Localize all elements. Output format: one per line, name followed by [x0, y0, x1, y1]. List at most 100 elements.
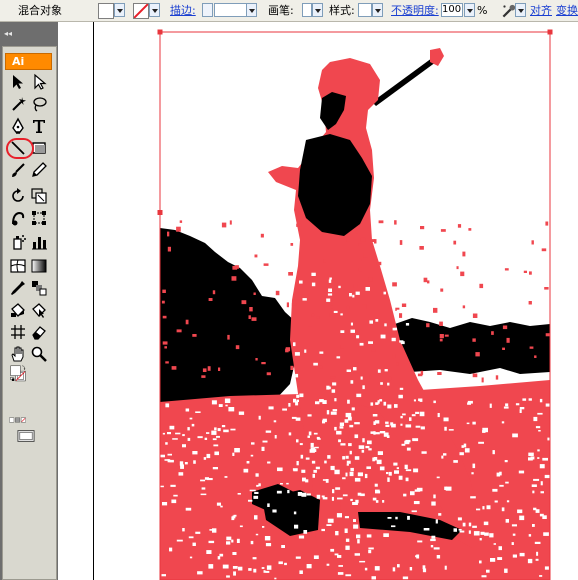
- selection-handle[interactable]: [547, 29, 553, 35]
- texture-fleck: [165, 442, 168, 445]
- texture-fleck: [340, 330, 345, 333]
- texture-fleck: [303, 530, 308, 534]
- texture-fleck: [459, 452, 464, 456]
- texture-fleck: [182, 444, 186, 448]
- texture-fleck: [347, 416, 352, 421]
- texture-fleck: [534, 541, 541, 544]
- texture-fleck: [498, 546, 502, 551]
- texture-fleck: [329, 277, 332, 280]
- texture-fleck: [404, 464, 408, 469]
- texture-fleck: [192, 451, 198, 455]
- texture-fleck: [293, 511, 297, 515]
- texture-fleck: [413, 501, 420, 505]
- texture-fleck: [468, 530, 471, 534]
- texture-fleck: [351, 361, 356, 364]
- texture-fleck: [231, 276, 237, 281]
- texture-fleck: [326, 298, 331, 302]
- texture-fleck: [536, 551, 539, 556]
- texture-fleck: [347, 399, 350, 404]
- texture-fleck: [358, 243, 363, 246]
- texture-fleck: [192, 542, 196, 546]
- texture-fleck: [313, 469, 317, 473]
- texture-fleck: [337, 555, 342, 558]
- texture-fleck: [535, 558, 539, 561]
- texture-fleck: [473, 531, 480, 536]
- texture-fleck: [267, 461, 271, 464]
- texture-fleck: [400, 415, 403, 419]
- artwork-canvas[interactable]: [0, 0, 578, 580]
- texture-fleck: [385, 424, 390, 427]
- texture-fleck: [349, 471, 354, 477]
- texture-fleck: [167, 432, 171, 435]
- texture-fleck: [415, 425, 421, 428]
- texture-fleck: [405, 323, 410, 326]
- texture-fleck: [499, 484, 504, 487]
- texture-fleck: [216, 435, 220, 438]
- texture-fleck: [311, 282, 316, 287]
- selection-handle[interactable]: [157, 29, 163, 35]
- texture-fleck: [349, 424, 354, 428]
- texture-fleck: [519, 552, 525, 557]
- texture-fleck: [202, 368, 207, 372]
- texture-fleck: [232, 566, 238, 569]
- dark-foliage-shape: [160, 228, 300, 402]
- texture-fleck: [290, 243, 294, 246]
- texture-fleck: [274, 577, 277, 580]
- texture-fleck: [384, 369, 388, 372]
- texture-fleck: [167, 231, 170, 237]
- texture-fleck: [175, 432, 181, 435]
- texture-fleck: [464, 448, 470, 453]
- texture-fleck: [312, 473, 315, 478]
- texture-fleck: [367, 440, 372, 445]
- texture-fleck: [302, 298, 307, 301]
- texture-fleck: [361, 449, 365, 453]
- texture-fleck: [328, 279, 332, 283]
- texture-fleck: [407, 515, 410, 520]
- texture-fleck: [461, 445, 464, 448]
- texture-fleck: [228, 407, 235, 412]
- texture-fleck: [419, 411, 425, 417]
- texture-fleck: [379, 466, 385, 471]
- texture-fleck: [350, 329, 355, 333]
- texture-fleck: [345, 412, 352, 418]
- texture-fleck: [479, 283, 484, 289]
- texture-fleck: [254, 515, 258, 520]
- texture-fleck: [427, 280, 430, 284]
- golf-club-shape: [372, 58, 436, 106]
- texture-fleck: [494, 500, 498, 503]
- texture-fleck: [344, 419, 349, 423]
- texture-fleck: [321, 495, 325, 498]
- texture-fleck: [359, 560, 366, 563]
- texture-fleck: [296, 461, 299, 466]
- texture-fleck: [445, 486, 452, 491]
- texture-fleck: [185, 319, 189, 325]
- texture-fleck: [191, 423, 195, 427]
- texture-fleck: [430, 538, 436, 542]
- texture-fleck: [402, 413, 406, 416]
- texture-fleck: [472, 525, 477, 528]
- texture-fleck: [212, 528, 217, 533]
- texture-fleck: [394, 327, 397, 331]
- texture-fleck: [505, 403, 509, 407]
- texture-fleck: [262, 526, 265, 528]
- texture-fleck: [337, 572, 344, 575]
- texture-fleck: [316, 316, 320, 319]
- texture-fleck: [483, 521, 489, 526]
- texture-fleck: [472, 463, 476, 469]
- texture-fleck: [423, 277, 428, 283]
- texture-fleck: [323, 259, 327, 263]
- texture-fleck: [354, 434, 359, 439]
- texture-fleck: [375, 500, 379, 503]
- golfer-artwork[interactable]: [160, 48, 550, 580]
- texture-fleck: [360, 288, 365, 291]
- texture-fleck: [539, 398, 543, 403]
- texture-fleck: [444, 426, 447, 431]
- texture-fleck: [359, 258, 362, 261]
- texture-fleck: [415, 555, 418, 558]
- selection-handle[interactable]: [157, 210, 163, 215]
- texture-fleck: [299, 443, 303, 446]
- texture-fleck: [481, 377, 484, 383]
- texture-fleck: [519, 407, 525, 410]
- texture-fleck: [375, 319, 379, 322]
- texture-fleck: [353, 283, 358, 289]
